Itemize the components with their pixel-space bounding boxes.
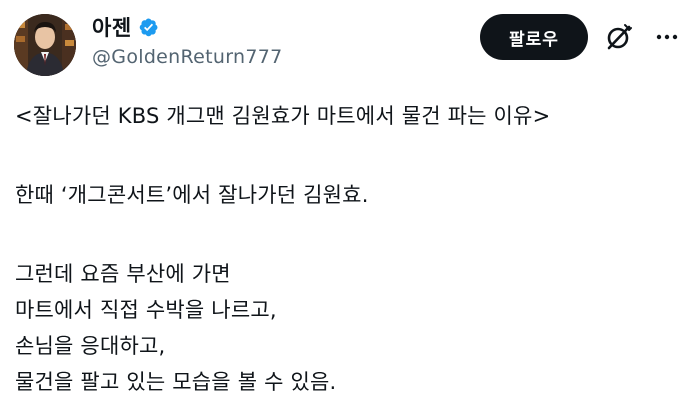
post-line: 손님을 응대하고,: [15, 334, 166, 358]
avatar-image: [14, 14, 76, 76]
post-line: 한때 ‘개그콘서트’에서 잘나가던 김원효.: [15, 183, 369, 207]
user-handle[interactable]: @GoldenReturn777: [92, 46, 283, 68]
display-name[interactable]: 아젠: [92, 12, 132, 42]
author-info: 아젠 @GoldenReturn777: [92, 12, 283, 68]
post-line-headline: <잘나가던 KBS 개그맨 김원효가 마트에서 물건 파는 이유>: [15, 104, 551, 128]
follow-button[interactable]: 팔로우: [480, 14, 588, 60]
post-card: 아젠 @GoldenReturn777 팔로우 <잘나가던 KBS 개그맨 김원…: [0, 0, 700, 420]
name-row: 아젠: [92, 12, 283, 42]
grok-icon[interactable]: [604, 22, 634, 52]
avatar[interactable]: [14, 14, 76, 76]
verified-badge-icon: [138, 17, 159, 38]
more-options-icon[interactable]: [652, 22, 682, 52]
post-line: 물건을 팔고 있는 모습을 볼 수 있음.: [15, 370, 337, 394]
post-line: 그런데 요즘 부산에 가면: [15, 262, 231, 286]
post-text: <잘나가던 KBS 개그맨 김원효가 마트에서 물건 파는 이유> 한때 ‘개그…: [15, 98, 695, 400]
post-line: 마트에서 직접 수박을 나르고,: [15, 298, 277, 322]
